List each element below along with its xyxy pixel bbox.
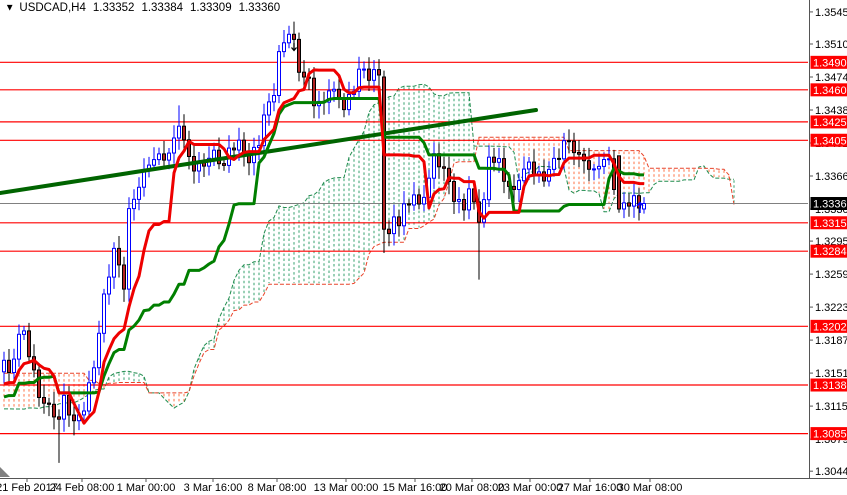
time-axis-label: 30 Mar 08:00 (618, 482, 683, 494)
sr-price-badge: 1.34250 (810, 115, 847, 129)
mt4-chart-window: 1.354501.351001.347401.343801.340201.336… (0, 0, 847, 495)
time-axis[interactable]: 21 Feb 201724 Feb 08:00 1 Mar 00:00 3 Mar … (0, 478, 682, 494)
time-axis-label: 8 Mar 08:00 (248, 482, 307, 494)
chart-title: ▼ USDCAD,H4 1.33352 1.33384 1.33309 1.33360 (4, 2, 280, 14)
svg-text:1.32840: 1.32840 (813, 246, 847, 258)
quote-high: 1.33384 (141, 2, 184, 14)
svg-text:1.33150: 1.33150 (813, 218, 847, 230)
sr-price-badge: 1.34600 (810, 83, 847, 97)
quote-open: 1.33352 (92, 2, 135, 14)
price-axis-label: 1.31150 (815, 401, 847, 413)
sr-price-badge: 1.30850 (810, 427, 847, 441)
chart-markers (0, 43, 644, 477)
svg-text:1.32020: 1.32020 (813, 321, 847, 333)
time-axis-label: 1 Mar 00:00 (117, 482, 176, 494)
quote-close: 1.33360 (238, 2, 281, 14)
svg-text:1.30850: 1.30850 (813, 429, 847, 441)
chart-canvas[interactable]: 1.354501.351001.347401.343801.340201.336… (0, 0, 847, 495)
price-axis-label: 1.35100 (815, 39, 847, 51)
svg-text:1.34250: 1.34250 (813, 117, 847, 129)
price-axis-label: 1.32590 (815, 269, 847, 281)
time-axis-label: 20 Mar 08:00 (440, 482, 505, 494)
price-axis-label: 1.35450 (815, 7, 847, 19)
svg-text:1.34050: 1.34050 (813, 135, 847, 147)
price-axis-label: 1.30440 (815, 466, 847, 478)
fractal-down-arrow-icon (291, 43, 297, 52)
price-axis-label: 1.34740 (815, 72, 847, 84)
price-axis-label: 1.33660 (815, 171, 847, 183)
sr-price-badge: 1.32840 (810, 244, 847, 258)
current-price-badge: 1.33360 (810, 197, 847, 211)
time-axis-label: 23 Mar 00:00 (498, 482, 563, 494)
time-axis-label: 24 Feb 08:00 (50, 482, 115, 494)
symbol-menu-arrow-icon[interactable]: ▼ (5, 3, 15, 13)
sr-price-badge: 1.32020 (810, 319, 847, 333)
quote-low: 1.33309 (190, 2, 232, 14)
price-axis-label: 1.32230 (815, 302, 847, 314)
symbol-period-label: USDCAD,H4 (19, 2, 86, 14)
svg-text:1.34600: 1.34600 (813, 85, 847, 97)
svg-text:1.34900: 1.34900 (813, 57, 847, 69)
sr-price-badge: 1.31380 (810, 378, 847, 392)
time-axis-label: 13 Mar 00:00 (314, 482, 379, 494)
sr-price-badge: 1.33150 (810, 216, 847, 230)
time-axis-label: 3 Mar 16:00 (184, 482, 243, 494)
sr-price-badge: 1.34900 (810, 55, 847, 69)
svg-text:1.33360: 1.33360 (813, 199, 847, 211)
plot-area[interactable] (0, 21, 808, 463)
tenkan-sen-line (3, 68, 644, 425)
sr-price-badge: 1.34050 (810, 133, 847, 147)
svg-text:1.31380: 1.31380 (813, 380, 847, 392)
price-axis-label: 1.31870 (815, 335, 847, 347)
time-axis-label: 27 Mar 16:00 (558, 482, 623, 494)
price-axis-label: 1.34380 (815, 105, 847, 117)
price-axis-label: 1.31510 (815, 368, 847, 380)
time-axis-label: 15 Mar 16:00 (383, 482, 448, 494)
price-axis[interactable]: 1.354501.351001.347401.343801.340201.336… (809, 7, 847, 478)
scroll-corner-icon[interactable] (0, 467, 10, 477)
